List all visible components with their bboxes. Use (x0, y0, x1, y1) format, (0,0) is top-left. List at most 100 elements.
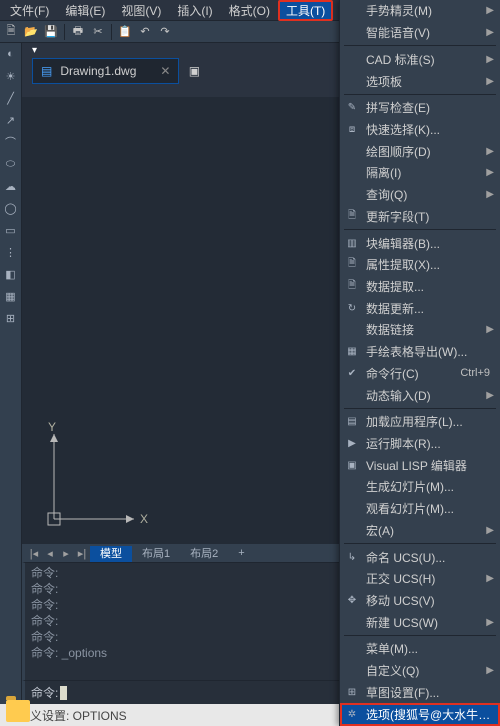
menu-item[interactable]: ✎ 拼写检查(E) (340, 97, 500, 119)
menu-item[interactable]: ▥块编辑器(B)... (340, 232, 500, 254)
menu-item[interactable]: 选项板▶ (340, 70, 500, 92)
menu-item[interactable]: ✲选项(搜狐号@大水牛测绘 (340, 703, 500, 726)
menu-blank-icon (344, 501, 360, 517)
toolbar-btn-5[interactable]: 📋 (116, 23, 134, 41)
menu-glyph-icon: ▤ (344, 414, 360, 430)
menu-item[interactable]: 宏(A)▶ (340, 519, 500, 541)
menu-separator (344, 94, 496, 95)
menu-item[interactable]: 隔离(I)▶ (340, 162, 500, 184)
menu-glyph-icon: ⊞ (344, 684, 360, 700)
menu-item[interactable]: 观看幻灯片(M)... (340, 498, 500, 520)
menu-插入(I)[interactable]: 插入(I) (169, 0, 220, 21)
menu-item[interactable]: 查询(Q)▶ (340, 184, 500, 206)
menu-blank-icon (344, 143, 360, 159)
left-tool-9[interactable]: ⋮ (2, 243, 20, 261)
menu-item-label: 宏(A) (366, 522, 480, 539)
menu-item[interactable]: ▣Visual LISP 编辑器 (340, 454, 500, 476)
menu-item[interactable]: 🗎更新字段(T) (340, 205, 500, 227)
left-tool-2[interactable]: ╱ (2, 89, 20, 107)
menu-item[interactable]: ▤加载应用程序(L)... (340, 411, 500, 433)
left-tool-4[interactable]: ⌒ (2, 133, 20, 151)
menu-item[interactable]: 数据链接▶ (340, 319, 500, 341)
nav-first-icon[interactable]: |◂ (26, 547, 42, 560)
menu-glyph-icon: ▥ (344, 235, 360, 251)
menu-视图(V)[interactable]: 视图(V) (113, 0, 169, 21)
tools-menu: 手势精灵(M)▶智能语音(V)▶ CAD 标准(S)▶选项板▶ ✎ 拼写检查(E) ⧈快… (339, 0, 500, 726)
menu-文件(F)[interactable]: 文件(F) (2, 0, 57, 21)
menu-blank-icon (344, 73, 360, 89)
menu-item[interactable]: 🗎属性提取(X)... (340, 254, 500, 276)
menu-item-label: 观看幻灯片(M)... (366, 500, 494, 517)
menu-item[interactable]: 智能语音(V)▶ (340, 22, 500, 44)
left-tool-0[interactable]: ◐ (2, 45, 20, 63)
menu-item-label: 移动 UCS(V) (366, 592, 494, 609)
left-tool-10[interactable]: ◧ (2, 265, 20, 283)
menu-glyph-icon: ✔ (344, 365, 360, 381)
toolbar-btn-2[interactable]: 💾 (42, 23, 60, 41)
menu-item[interactable]: CAD 标准(S)▶ (340, 48, 500, 70)
left-tool-12[interactable]: ⊞ (2, 309, 20, 327)
layout-tab-模型[interactable]: 模型 (90, 546, 132, 562)
menu-item-label: 菜单(M)... (366, 640, 494, 657)
menu-item-label: 更新字段(T) (366, 208, 494, 225)
nav-last-icon[interactable]: ▸| (74, 547, 90, 560)
toolbar-btn-3[interactable]: 🖶 (69, 23, 87, 41)
left-tool-7[interactable]: ◯ (2, 199, 20, 217)
toolbar-btn-7[interactable]: ↷ (156, 23, 174, 41)
submenu-arrow-icon: ▶ (486, 665, 494, 676)
menu-item[interactable]: ⊞草图设置(F)... (340, 681, 500, 703)
add-layout-button[interactable]: + (228, 545, 254, 561)
menu-item[interactable]: 手势精灵(M)▶ (340, 0, 500, 22)
menu-item[interactable]: 菜单(M)... (340, 638, 500, 660)
menu-glyph-icon: ✎ (344, 100, 360, 116)
menu-glyph-icon: 🗎 (344, 278, 360, 294)
menu-item[interactable]: 正交 UCS(H)▶ (340, 568, 500, 590)
toolbar-btn-0[interactable]: 🗎 (2, 23, 20, 41)
menu-item[interactable]: ▶运行脚本(R)... (340, 433, 500, 455)
toolbar-btn-1[interactable]: 📂 (22, 23, 40, 41)
nav-next-icon[interactable]: ▸ (58, 547, 74, 560)
menu-item[interactable]: 🗎数据提取... (340, 276, 500, 298)
nav-prev-icon[interactable]: ◂ (42, 547, 58, 560)
menu-item[interactable]: 动态输入(D)▶ (340, 384, 500, 406)
left-tool-11[interactable]: ▦ (2, 287, 20, 305)
menu-item[interactable]: ⧈快速选择(K)... (340, 119, 500, 141)
menu-item[interactable]: 生成幻灯片(M)... (340, 476, 500, 498)
left-tool-3[interactable]: ↗ (2, 111, 20, 129)
menu-item[interactable]: 自定义(Q)▶ (340, 660, 500, 682)
menu-glyph-icon: ▦ (344, 344, 360, 360)
menu-格式(O)[interactable]: 格式(O) (221, 0, 278, 21)
toolbar-btn-6[interactable]: ↶ (136, 23, 154, 41)
layout-tab-布局2[interactable]: 布局2 (180, 546, 228, 562)
menu-separator (344, 408, 496, 409)
menu-item-label: 运行脚本(R)... (366, 435, 494, 452)
left-tool-1[interactable]: ☀ (2, 67, 20, 85)
menu-item[interactable]: 绘图顺序(D)▶ (340, 140, 500, 162)
menu-item-label: 新建 UCS(W) (366, 614, 480, 631)
menu-编辑(E)[interactable]: 编辑(E) (57, 0, 113, 21)
left-tool-6[interactable]: ☁ (2, 177, 20, 195)
menu-item-label: Visual LISP 编辑器 (366, 457, 494, 474)
layout-tab-布局1[interactable]: 布局1 (132, 546, 180, 562)
menu-item-label: 数据更新... (366, 300, 494, 317)
left-tool-5[interactable]: ⬭ (2, 155, 20, 173)
submenu-arrow-icon: ▶ (486, 573, 494, 584)
menu-item[interactable]: ✥移动 UCS(V) (340, 590, 500, 612)
left-tool-8[interactable]: ▭ (2, 221, 20, 239)
explorer-icon[interactable] (6, 700, 30, 722)
menu-item-label: 隔离(I) (366, 164, 480, 181)
menu-item[interactable]: 新建 UCS(W)▶ (340, 611, 500, 633)
close-icon[interactable]: ✕ (160, 64, 170, 78)
menu-glyph-icon: 🗎 (344, 257, 360, 273)
menu-item[interactable]: ↻数据更新... (340, 297, 500, 319)
menu-blank-icon (344, 522, 360, 538)
new-tab-button[interactable]: ▣ (189, 64, 200, 78)
menu-item[interactable]: ↳命名 UCS(U)... (340, 546, 500, 568)
menu-item[interactable]: ✔命令行(C)Ctrl+9 (340, 362, 500, 384)
toolbar-btn-4[interactable]: ✂ (89, 23, 107, 41)
menu-工具(T)[interactable]: 工具(T) (278, 0, 333, 21)
menu-item-label: 生成幻灯片(M)... (366, 478, 494, 495)
menu-item[interactable]: ▦手绘表格导出(W)... (340, 341, 500, 363)
menu-item-label: 拼写检查(E) (366, 99, 494, 116)
document-tab[interactable]: ▤ Drawing1.dwg ✕ (32, 58, 179, 84)
